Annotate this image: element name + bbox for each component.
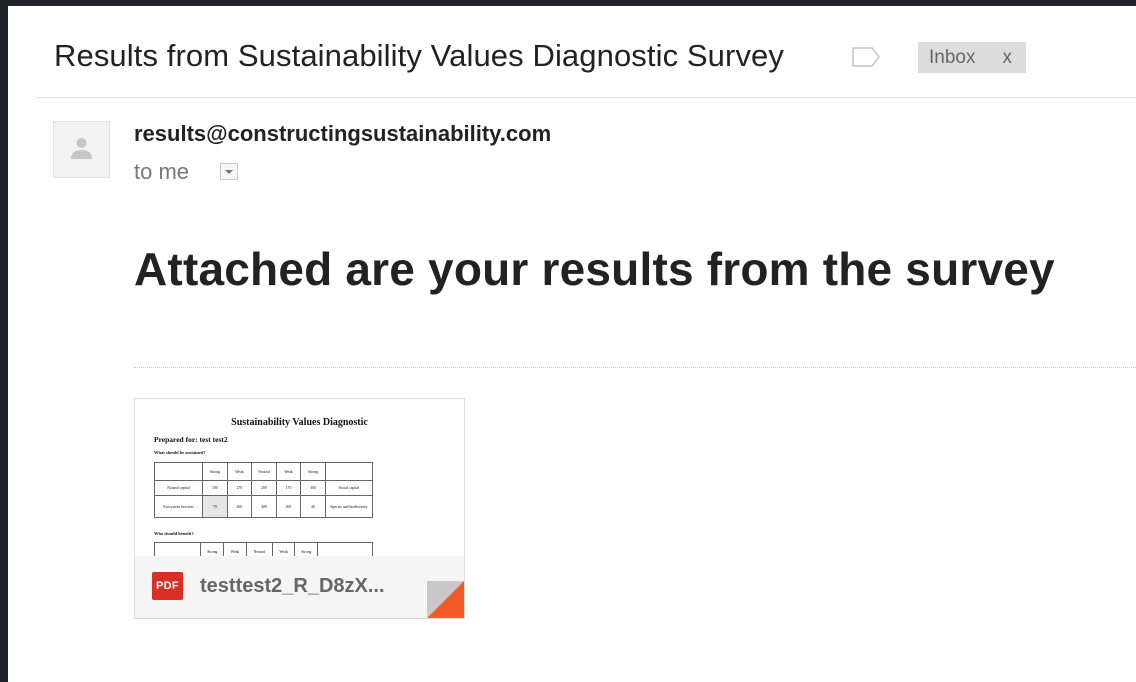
table-cell: 260 [226, 495, 253, 518]
preview-question-1: What should be sustained? [154, 450, 206, 455]
inbox-label-text: Inbox [929, 46, 976, 68]
sender-address[interactable]: results@constructingsustainability.com [134, 121, 551, 147]
table-cell: Natural capital [153, 480, 204, 496]
table-cell: Social capital [324, 480, 374, 496]
page-curl-icon [390, 581, 464, 618]
avatar[interactable] [53, 121, 110, 178]
person-icon [71, 138, 92, 159]
inbox-label-chip[interactable]: Inbox x [918, 42, 1026, 73]
pdf-icon: PDF [152, 572, 183, 600]
table-cell: 400 [251, 495, 277, 518]
table-cell: Species and biodiversity [324, 495, 374, 518]
attachment-preview[interactable]: Sustainability Values Diagnostic Prepare… [135, 399, 464, 561]
table-cell: 200 [275, 495, 302, 518]
table-cell: 300 [300, 480, 326, 496]
caret-down-icon [225, 169, 233, 174]
remove-label-button[interactable]: x [1002, 47, 1012, 69]
recipient-text: to me [134, 159, 190, 184]
table-cell: 70 [202, 495, 228, 518]
subject-row: Results from Sustainability Values Diagn… [54, 38, 1136, 86]
table-cell: 100 [202, 480, 228, 496]
table-header-cell: Weak [226, 462, 253, 481]
table-cell: 200 [251, 480, 277, 496]
preview-table-1: Strong Weak Neutral Weak Strong Natural … [153, 462, 374, 518]
table-cell: Ecosystem Services [153, 495, 204, 518]
table-header-cell: Neutral [251, 462, 277, 481]
email-subject: Results from Sustainability Values Diagn… [54, 38, 784, 73]
table-header-cell: Strong [300, 462, 326, 481]
preview-question-2: Who should benefit? [154, 531, 194, 536]
preview-title: Sustainability Values Diagnostic [231, 417, 368, 428]
table-row: Ecosystem Services 70 260 400 200 40 Spe… [153, 495, 374, 518]
table-cell: 40 [300, 495, 326, 518]
preview-prepared-for: Prepared for: test test2 [154, 435, 228, 444]
attachments-divider [134, 367, 1136, 368]
show-details-button[interactable] [220, 163, 238, 180]
table-header-cell [153, 462, 204, 481]
table-cell: 170 [275, 480, 302, 496]
table-header-cell [324, 462, 374, 481]
table-cell: 270 [226, 480, 253, 496]
attachment-card[interactable]: Sustainability Values Diagnostic Prepare… [134, 398, 465, 619]
message-headline: Attached are your results from the surve… [134, 243, 1055, 295]
email-view: Results from Sustainability Values Diagn… [8, 6, 1136, 682]
label-tag-icon[interactable] [852, 47, 880, 67]
header-divider [36, 97, 1136, 98]
table-header-cell: Weak [275, 462, 302, 481]
table-row: Natural capital 100 270 200 170 300 Soci… [153, 480, 374, 496]
attachment-filename[interactable]: testtest2_R_D8zX... [200, 575, 385, 598]
table-header-cell: Strong [202, 462, 228, 481]
